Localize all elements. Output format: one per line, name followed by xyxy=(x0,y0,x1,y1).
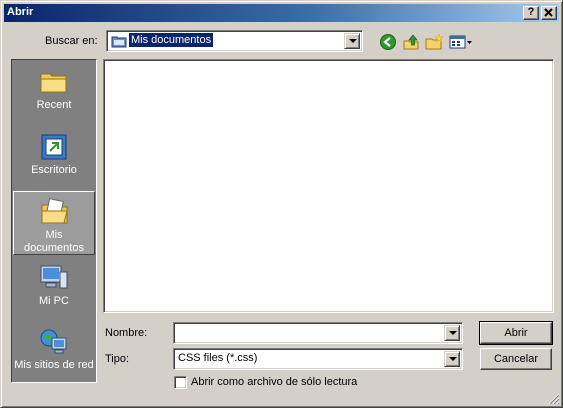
filename-label: Nombre: xyxy=(105,327,148,339)
open-button[interactable]: Abrir xyxy=(479,321,553,345)
lookin-label: Buscar en: xyxy=(45,35,98,47)
back-icon[interactable] xyxy=(379,33,397,51)
cancel-button[interactable]: Cancelar xyxy=(480,348,552,370)
readonly-label[interactable]: Abrir como archivo de sólo lectura xyxy=(191,376,357,388)
places-item-my-computer[interactable]: Mi PC xyxy=(13,258,95,320)
filetype-label: Tipo: xyxy=(105,353,130,365)
view-menu-icon[interactable] xyxy=(449,33,473,51)
places-item-my-documents[interactable]: Mis documentos xyxy=(13,191,95,255)
lookin-dropdown-arrow[interactable] xyxy=(344,33,360,49)
places-item-desktop[interactable]: Escritorio xyxy=(13,127,95,189)
my-documents-icon xyxy=(41,198,68,224)
title-bar[interactable]: Abrir ? xyxy=(4,4,559,22)
filetype-select[interactable]: CSS files (*.css) xyxy=(173,348,463,370)
lookin-combobox[interactable]: Mis documentos xyxy=(106,30,363,52)
places-item-network-places[interactable]: Mis sitios de red xyxy=(13,322,95,384)
open-file-dialog: Abrir ? Buscar en: Mis documentos Recent… xyxy=(0,0,563,408)
window-title: Abrir xyxy=(7,6,34,18)
places-label-desktop: Escritorio xyxy=(31,164,77,176)
desktop-icon xyxy=(41,134,67,160)
recent-folder-icon xyxy=(40,73,67,93)
resize-grip-icon[interactable] xyxy=(547,392,560,405)
places-label-my-computer: Mi PC xyxy=(39,295,69,307)
filename-input[interactable] xyxy=(173,322,463,344)
file-list[interactable] xyxy=(103,59,554,313)
up-folder-icon[interactable] xyxy=(402,33,420,51)
readonly-checkbox[interactable] xyxy=(174,376,187,389)
new-folder-icon[interactable] xyxy=(425,33,443,51)
network-places-icon xyxy=(40,329,67,354)
places-label-my-documents: Mis documentos xyxy=(24,229,84,254)
filetype-value: CSS files (*.css) xyxy=(178,352,258,364)
close-button[interactable] xyxy=(541,6,557,20)
close-icon xyxy=(544,8,553,17)
help-button[interactable]: ? xyxy=(523,6,539,20)
filename-dropdown-arrow[interactable] xyxy=(444,325,460,341)
places-bar: Recent Escritorio Mis documentos Mi PC M… xyxy=(11,59,97,383)
places-label-network-places: Mis sitios de red xyxy=(14,359,94,371)
places-label-recent: Recent xyxy=(36,99,72,111)
lookin-value: Mis documentos xyxy=(127,32,215,48)
my-computer-icon xyxy=(40,265,68,289)
filetype-dropdown-arrow[interactable] xyxy=(444,351,460,367)
my-documents-small-icon xyxy=(111,36,127,48)
places-item-recent[interactable]: Recent xyxy=(13,62,95,124)
